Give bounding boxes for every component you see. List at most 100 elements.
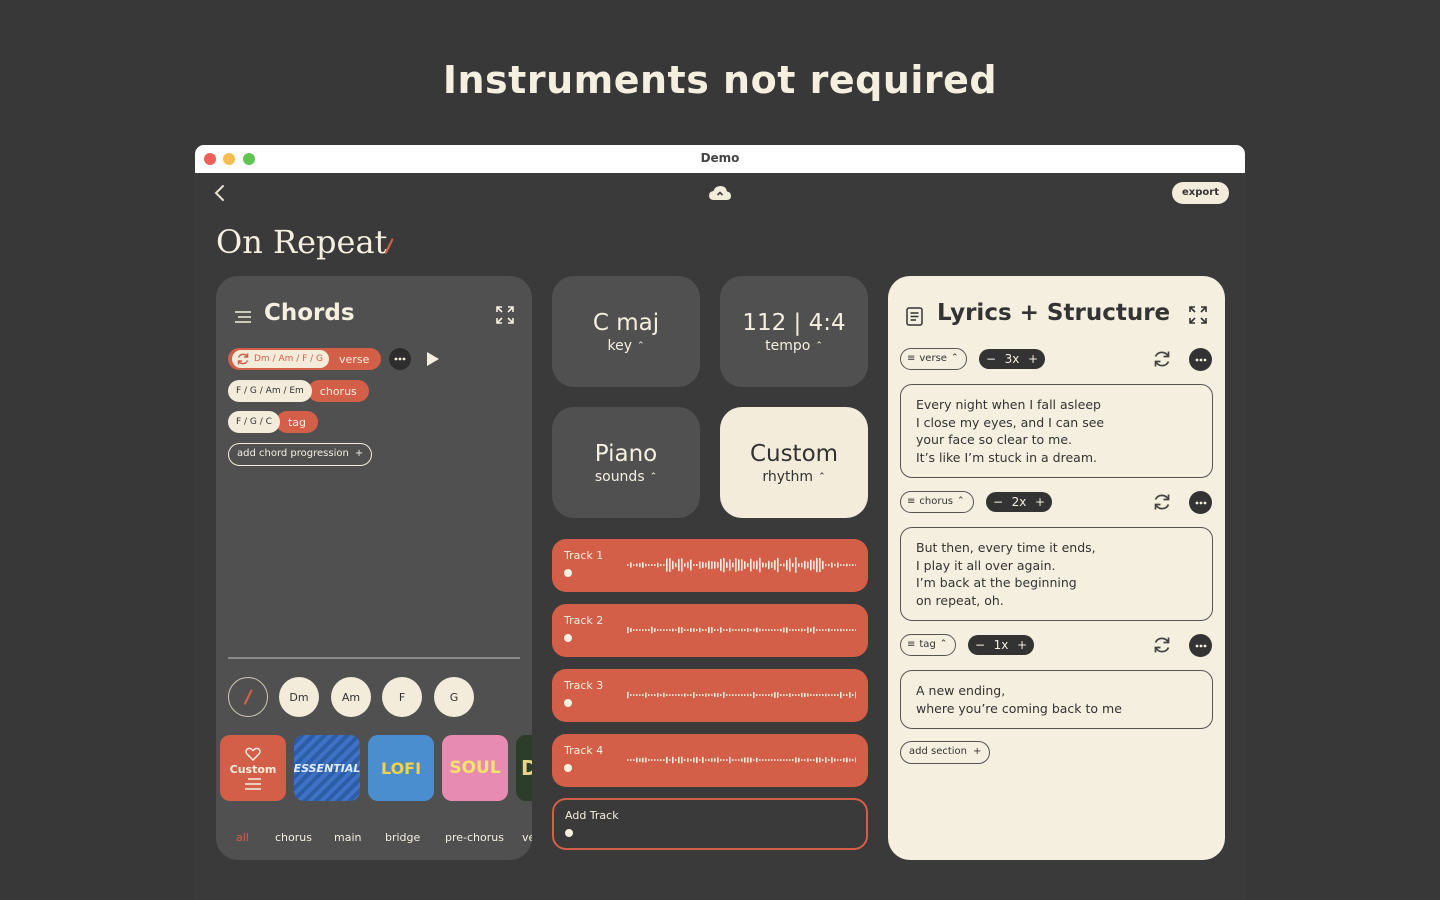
add-chord-progression-label: add chord progression [237, 448, 349, 459]
waveform-bar [741, 693, 743, 697]
drag-handle-icon[interactable]: ≡ [907, 349, 915, 369]
chord-button-am[interactable]: Am [331, 677, 371, 717]
filter-chorus[interactable]: chorus [275, 831, 312, 844]
waveform-bar [804, 560, 806, 570]
waveform-bar [819, 557, 821, 573]
waveform-bar [681, 756, 683, 764]
filter-all[interactable]: all [236, 831, 249, 844]
more-options-button[interactable] [389, 348, 412, 370]
waveform-bar [747, 693, 749, 697]
add-section-button[interactable]: add section + [900, 741, 991, 764]
progression-pill[interactable]: Dm / Am / F / G verse [228, 348, 382, 370]
rhythm-card[interactable]: Custom rhythm ⌃ [720, 407, 868, 518]
waveform-bar [735, 759, 737, 761]
lyrics-box-tag[interactable]: A new ending, where you’re coming back t… [900, 670, 1213, 729]
filter-ve[interactable]: ve [522, 831, 532, 844]
decrement-button[interactable]: − [993, 495, 1003, 509]
lyric-line: where you’re coming back to me [916, 700, 1122, 716]
key-card[interactable]: C maj key ⌃ [552, 276, 700, 387]
record-dot-icon[interactable] [564, 569, 572, 577]
refresh-icon[interactable] [1152, 492, 1172, 512]
decrement-button[interactable]: − [986, 352, 996, 366]
section-selector-verse[interactable]: ≡ verse ⌃ [900, 348, 968, 370]
decrement-button[interactable]: − [975, 638, 985, 652]
track-3[interactable]: Track 3 [552, 669, 868, 722]
tempo-card[interactable]: 112 | 4:4 tempo ⌃ [720, 276, 868, 387]
play-icon[interactable] [427, 352, 440, 366]
waveform [627, 756, 856, 764]
increment-button[interactable]: + [1035, 495, 1045, 509]
waveform-bar [720, 558, 722, 572]
pack-d[interactable]: D [516, 735, 532, 801]
more-options-button[interactable] [1189, 634, 1212, 657]
pack-custom[interactable]: Custom [220, 735, 286, 801]
edit-title-pencil-icon[interactable] [384, 237, 394, 255]
filter-main[interactable]: main [334, 831, 361, 844]
waveform-bar [798, 757, 800, 763]
progression-row-chorus[interactable]: F / G / Am / Em chorus [228, 380, 369, 402]
chord-button-f[interactable]: F [382, 677, 422, 717]
waveform-bar [759, 628, 761, 632]
refresh-icon[interactable] [1152, 349, 1172, 369]
add-track-button[interactable]: Add Track [552, 798, 868, 850]
waveform-bar [657, 629, 659, 631]
waveform-bar [726, 629, 728, 631]
edit-chords-button[interactable] [228, 677, 268, 717]
progression-row-tag[interactable]: F / G / C tag [228, 411, 318, 433]
section-selector-tag[interactable]: ≡ tag ⌃ [900, 634, 957, 656]
filter-pre-chorus[interactable]: pre-chorus [445, 831, 504, 844]
waveform-bar [762, 694, 764, 696]
waveform-bar [690, 559, 692, 571]
song-title[interactable]: On Repeat [216, 223, 387, 261]
waveform-bar [687, 629, 689, 631]
refresh-icon[interactable] [236, 352, 250, 366]
cloud-sync-icon[interactable] [708, 185, 732, 201]
waveform-bar [774, 629, 776, 631]
chord-button-dm[interactable]: Dm [279, 677, 319, 717]
section-selector-chorus[interactable]: ≡ chorus ⌃ [900, 491, 974, 513]
track-2[interactable]: Track 2 [552, 604, 868, 657]
refresh-icon[interactable] [1152, 635, 1172, 655]
waveform-bar [633, 759, 635, 761]
section-row-tag: ≡ tag ⌃ − 1x + [900, 633, 1213, 657]
pack-soul[interactable]: SOUL [442, 735, 508, 801]
sounds-card[interactable]: Piano sounds ⌃ [552, 407, 700, 518]
waveform-bar [753, 691, 755, 699]
menu-lines-icon[interactable] [234, 309, 252, 323]
more-options-button[interactable] [1189, 491, 1212, 514]
pack-lofi[interactable]: LOFI [368, 735, 434, 801]
waveform-bar [687, 561, 689, 569]
drag-handle-icon[interactable]: ≡ [907, 492, 915, 512]
increment-button[interactable]: + [1017, 638, 1027, 652]
expand-icon[interactable] [1189, 306, 1207, 324]
progression-section-label[interactable]: chorus [307, 380, 369, 402]
more-options-button[interactable] [1189, 348, 1212, 371]
track-4[interactable]: Track 4 [552, 734, 868, 787]
pack-essential[interactable]: ESSENTIAL [294, 735, 360, 801]
waveform-bar [780, 628, 782, 632]
record-dot-icon[interactable] [564, 699, 572, 707]
waveform-bar [735, 557, 737, 573]
track-1[interactable]: Track 1 [552, 539, 868, 592]
drag-handle-icon[interactable]: ≡ [907, 635, 915, 655]
waveform-bar [807, 693, 809, 697]
progression-section-label[interactable]: tag [275, 411, 318, 433]
progression-pill[interactable]: F / G / C [228, 411, 280, 433]
export-button[interactable]: export [1172, 182, 1229, 204]
rhythm-label: rhythm [762, 468, 814, 485]
waveform-bar [786, 759, 788, 761]
back-chevron-icon[interactable] [213, 183, 231, 205]
record-dot-icon[interactable] [564, 764, 572, 772]
filter-bridge[interactable]: bridge [385, 831, 420, 844]
progression-pill[interactable]: F / G / Am / Em [228, 380, 312, 402]
increment-button[interactable]: + [1028, 352, 1038, 366]
add-chord-progression-button[interactable]: add chord progression + [228, 443, 373, 466]
expand-icon[interactable] [496, 306, 514, 324]
record-dot-icon[interactable] [564, 634, 572, 642]
chord-button-g[interactable]: G [434, 677, 474, 717]
waveform-bar [651, 694, 653, 696]
waveform-bar [639, 694, 641, 696]
lyrics-box-verse[interactable]: Every night when I fall asleep I close m… [900, 384, 1213, 478]
lyrics-box-chorus[interactable]: But then, every time it ends, I play it … [900, 527, 1213, 621]
progression-row-verse[interactable]: Dm / Am / F / G verse [228, 348, 440, 370]
